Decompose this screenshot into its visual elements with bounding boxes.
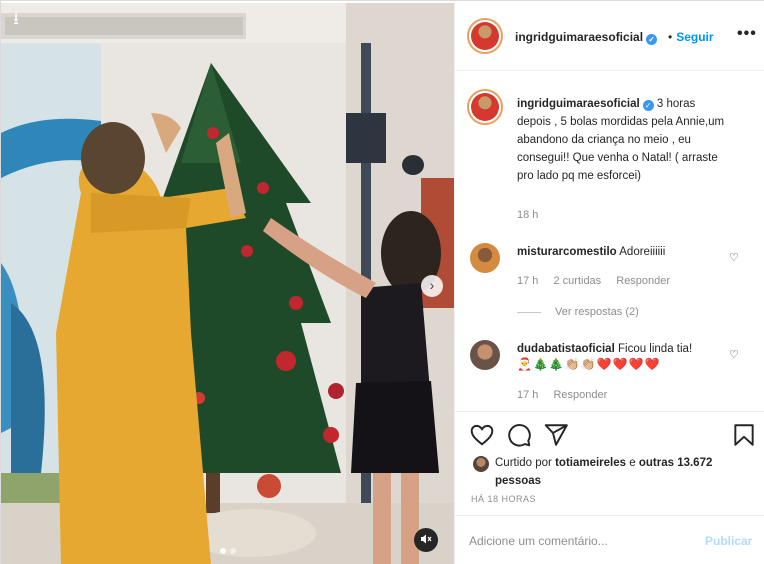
comment-like-heart-icon[interactable]: ♡ (729, 348, 739, 361)
comment-text: misturarcomestilo Adoreiiiiii (517, 243, 727, 261)
view-replies-button[interactable]: Ver respostas (2) (517, 306, 639, 318)
bookmark-icon[interactable] (731, 422, 757, 448)
comment-body: Ficou linda tia! (617, 343, 693, 355)
liked-by-prefix: Curtido por (495, 457, 552, 469)
comment-input[interactable] (469, 528, 689, 554)
comment-like-heart-icon[interactable]: ♡ (729, 251, 739, 264)
comment-meta: 17 h 2 curtidas Responder (517, 275, 682, 287)
carousel-next-button[interactable]: › (421, 275, 443, 297)
post-sidebar: ingridguimaraesoficial ✓ • Seguir ••• ingr… (454, 1, 764, 564)
comment-meta: 17 h Responder (517, 389, 619, 401)
caption-text: ingridguimaraesoficial ✓ 3 horas depois ,… (517, 95, 727, 185)
comment-body: Adoreiiiiii (619, 246, 666, 258)
follow-button[interactable]: Seguir (676, 30, 713, 44)
liked-by-avatar[interactable] (473, 456, 489, 472)
caption-time[interactable]: 18 h (517, 209, 538, 221)
post-actions: Curtido por totiameireles e outras 13.67… (455, 411, 764, 515)
liked-by-text: Curtido por totiameireles e outras 13.67… (495, 454, 745, 490)
verified-badge-icon: ✓ (642, 100, 654, 111)
comment-bubble-icon[interactable] (506, 422, 532, 448)
follow-separator: • (668, 30, 673, 44)
comment-time[interactable]: 17 h (517, 275, 538, 287)
comments-section[interactable]: ingridguimaraesoficial ✓ 3 horas depois ,… (455, 71, 764, 411)
author-avatar[interactable] (467, 18, 503, 54)
chevron-right-icon: › (429, 277, 435, 293)
comment-likes[interactable]: 2 curtidas (553, 275, 601, 287)
carousel-dot-active (220, 548, 226, 554)
comment-reply-button[interactable]: Responder (553, 389, 607, 401)
more-options-icon[interactable]: ••• (737, 25, 757, 43)
mute-button[interactable] (414, 528, 438, 552)
caption-username[interactable]: ingridguimaraesoficial (517, 98, 640, 110)
comment-avatar[interactable] (470, 340, 500, 370)
comment-emojis: 🎅🎄🎄👏🏼👏🏼❤️❤️❤️❤️ (517, 357, 661, 371)
carousel-dot (230, 548, 236, 554)
carousel-indicator (220, 548, 236, 554)
muted-speaker-icon (421, 534, 432, 544)
caption-body: 3 horas depois , 5 bolas mordidas pela A… (517, 98, 725, 182)
comment-username[interactable]: misturarcomestilo (517, 246, 617, 258)
verified-badge-icon: ✓ (646, 34, 658, 45)
comment-text: dudabatistaoficial Ficou linda tia! (517, 340, 727, 358)
download-arrow-icon[interactable]: ⭳ (7, 11, 25, 29)
comment-avatar[interactable] (470, 243, 500, 273)
instagram-post: ⭳ › ingridguimaraesoficial ✓ • Seguir ••• (0, 0, 764, 564)
publish-button[interactable]: Publicar (705, 534, 752, 548)
author-username[interactable]: ingridguimaraesoficial (515, 30, 643, 44)
post-timestamp[interactable]: HÁ 18 HORAS (471, 494, 536, 504)
liked-by-user[interactable]: totiameireles (555, 457, 626, 469)
heart-icon[interactable] (469, 422, 495, 448)
comment-username[interactable]: dudabatistaoficial (517, 343, 615, 355)
comment-reply-button[interactable]: Responder (616, 275, 670, 287)
add-comment-bar: Publicar (455, 515, 764, 564)
post-header: ingridguimaraesoficial ✓ • Seguir ••• (455, 1, 764, 71)
paper-plane-icon[interactable] (543, 422, 569, 448)
comment-time[interactable]: 17 h (517, 389, 538, 401)
caption-avatar[interactable] (467, 89, 503, 125)
liked-by-connector: e (629, 457, 636, 469)
post-photo (1, 3, 454, 564)
replies-divider (517, 311, 541, 313)
view-replies-label: Ver respostas (2) (555, 306, 639, 318)
post-media[interactable]: ⭳ › (1, 3, 454, 564)
